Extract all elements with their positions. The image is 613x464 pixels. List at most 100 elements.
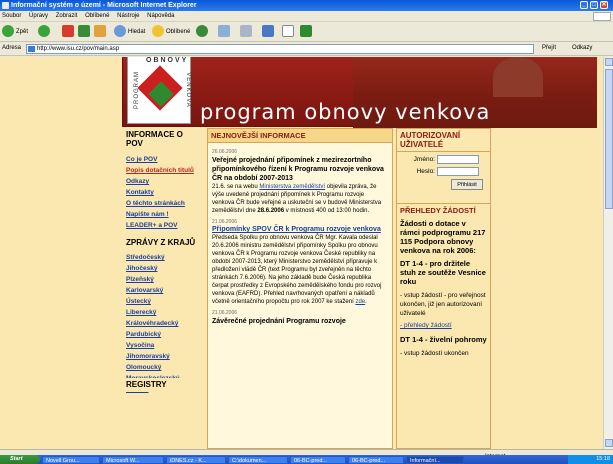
start-button[interactable]: Start (0, 455, 40, 464)
search-icon (114, 25, 126, 38)
region-link[interactable]: Liberecký (122, 307, 204, 318)
task-button[interactable]: iDNES.cz - K... (166, 456, 226, 464)
link-o-techto-strankach[interactable]: O těchto stránkách (122, 198, 204, 209)
menu-nastroje[interactable]: Nástroje (117, 11, 139, 22)
page-background: OBNOVY PROGRAM VENKOVA program obnovy ve… (0, 57, 603, 449)
edit-button[interactable] (262, 25, 276, 39)
address-input[interactable]: http://www.isu.cz/pov/main.asp (26, 44, 534, 54)
task-button[interactable]: 06-BC-pred... (348, 456, 404, 464)
forward-button[interactable] (38, 25, 52, 39)
mail-icon (218, 25, 230, 38)
refresh-icon (78, 25, 90, 38)
password-label: Heslo: (416, 167, 435, 175)
page-viewport: OBNOVY PROGRAM VENKOVA program obnovy ve… (0, 57, 603, 449)
news-date-bold: 28.6.2006 (257, 208, 285, 214)
task-button[interactable]: Microsoft W... (102, 456, 164, 464)
scroll-thumb[interactable] (605, 69, 613, 209)
links-button[interactable]: Odkazy (572, 45, 592, 51)
news-text-part: . (365, 299, 367, 305)
menu-oblibene[interactable]: Oblíbené (85, 11, 109, 22)
stop-icon (62, 25, 74, 38)
ie-icon (2, 2, 9, 9)
region-link[interactable]: Pardubický (122, 329, 204, 340)
forward-arrow-icon (38, 25, 50, 38)
favorites-button[interactable]: Oblíbené (152, 25, 190, 39)
go-button[interactable]: Přejít (542, 45, 556, 51)
region-link[interactable]: Ústecký (122, 296, 204, 307)
task-button[interactable]: Novell Grou... (42, 456, 100, 464)
region-link[interactable]: Jihomoravský (122, 351, 204, 362)
link-popis-dotacnich-titulu[interactable]: Popis dotačních titulů (122, 165, 204, 176)
menu-zobrazit[interactable]: Zobrazit (56, 11, 78, 22)
mail-button[interactable] (218, 25, 232, 39)
link-odkazy[interactable]: Odkazy (122, 176, 204, 187)
history-button[interactable] (196, 25, 210, 39)
print-icon (240, 25, 252, 38)
news-title-link[interactable]: Připomínky SPOV ČR k Programu rozvoje ve… (212, 226, 381, 233)
news-text-part: Předseda Spolku pro obnovu venkova ČR Mg… (212, 235, 382, 305)
news-link-ministerstvo[interactable]: Ministerstva zemědělství (259, 184, 325, 190)
stop-button[interactable] (62, 25, 76, 39)
toolbar: Zpět Hledat Oblíbené (0, 22, 613, 42)
title-bar: Informační systém o území - Microsoft In… (0, 0, 613, 11)
news-text-part: v místnosti 400 od 13:00 hodin. (284, 208, 370, 214)
close-button[interactable]: ✕ (600, 1, 608, 9)
print-button[interactable] (240, 25, 254, 39)
home-button[interactable] (94, 25, 108, 39)
favorites-label: Oblíbené (166, 29, 191, 35)
menu-napoveda[interactable]: Nápověda (147, 11, 174, 22)
discuss-icon (282, 25, 294, 38)
regions-heading: ZPRÁVY Z KRAJŮ (126, 238, 196, 247)
dt2-title: DT 1-4 - živelní pohromy (400, 335, 487, 344)
pov-logo: OBNOVY PROGRAM VENKOVA (127, 57, 191, 124)
search-button[interactable]: Hledat (114, 25, 145, 39)
vertical-scrollbar[interactable] (603, 57, 613, 449)
link-napiste-nam[interactable]: Napište nám ! (122, 209, 204, 220)
password-row: Heslo: (401, 167, 486, 178)
clock: 15:18 (568, 455, 613, 464)
star-icon (152, 25, 164, 38)
minimize-button[interactable]: _ (580, 1, 588, 9)
menu-upravy[interactable]: Úpravy (29, 11, 48, 22)
scroll-up-icon[interactable] (605, 58, 613, 66)
left-column: INFORMACE O POV Co je POV Popis dotačníc… (122, 128, 204, 393)
region-link[interactable]: Olomoucký (122, 362, 204, 373)
link-kontakty[interactable]: Kontakty (122, 187, 204, 198)
menu-soubor[interactable]: Soubor (2, 11, 21, 22)
news-title: Veřejné projednání připomínek z mezirezo… (212, 157, 384, 182)
browser-window: Informační systém o území - Microsoft In… (0, 0, 613, 464)
scroll-down-icon[interactable] (605, 439, 613, 447)
edit-icon (262, 25, 274, 38)
login-button[interactable]: Přihlásit (451, 179, 483, 190)
back-button[interactable]: Zpět (2, 25, 28, 39)
maximize-button[interactable]: □ (590, 1, 598, 9)
link-leader[interactable]: LEADER+ a POV (122, 220, 204, 231)
region-link[interactable]: Královéhradecký (122, 318, 204, 329)
task-button[interactable]: 06-BC-pred... (290, 456, 346, 464)
region-link[interactable]: Jihočeský (122, 263, 204, 274)
region-link[interactable]: Středočeský (122, 252, 204, 263)
news-body: 26.06.2006 Veřejné projednání připomínek… (208, 143, 392, 328)
dt1-link[interactable]: - přehledy žádostí (397, 321, 490, 333)
dt1-text: - vstup žádostí - pro veřejnost ukončen,… (400, 292, 486, 317)
address-label: Adresa (2, 45, 22, 51)
link-co-je-pov[interactable]: Co je POV (122, 154, 204, 165)
region-link[interactable]: Karlovarský (122, 285, 204, 296)
registry-heading: REGISTRY (122, 378, 204, 392)
name-label: Jméno: (413, 155, 435, 163)
windows-logo-icon (593, 12, 611, 21)
messenger-button[interactable] (300, 25, 314, 39)
refresh-button[interactable] (78, 25, 92, 39)
task-button[interactable]: C:\dokumen... (228, 456, 288, 464)
news-link-zde[interactable]: zde (355, 299, 365, 305)
region-link[interactable]: Plzeňský (122, 274, 204, 285)
site-brand: program obnovy venkova (200, 100, 491, 124)
region-link[interactable]: Vysočina (122, 340, 204, 351)
logo-text-right: VENKOVA (184, 72, 191, 108)
discuss-button[interactable] (282, 25, 296, 39)
messenger-icon (300, 25, 312, 38)
password-input[interactable] (436, 167, 479, 176)
task-button-active[interactable]: Informační... (406, 456, 464, 464)
name-input[interactable] (436, 155, 479, 164)
news-date: 21.06.2006 (212, 219, 238, 225)
